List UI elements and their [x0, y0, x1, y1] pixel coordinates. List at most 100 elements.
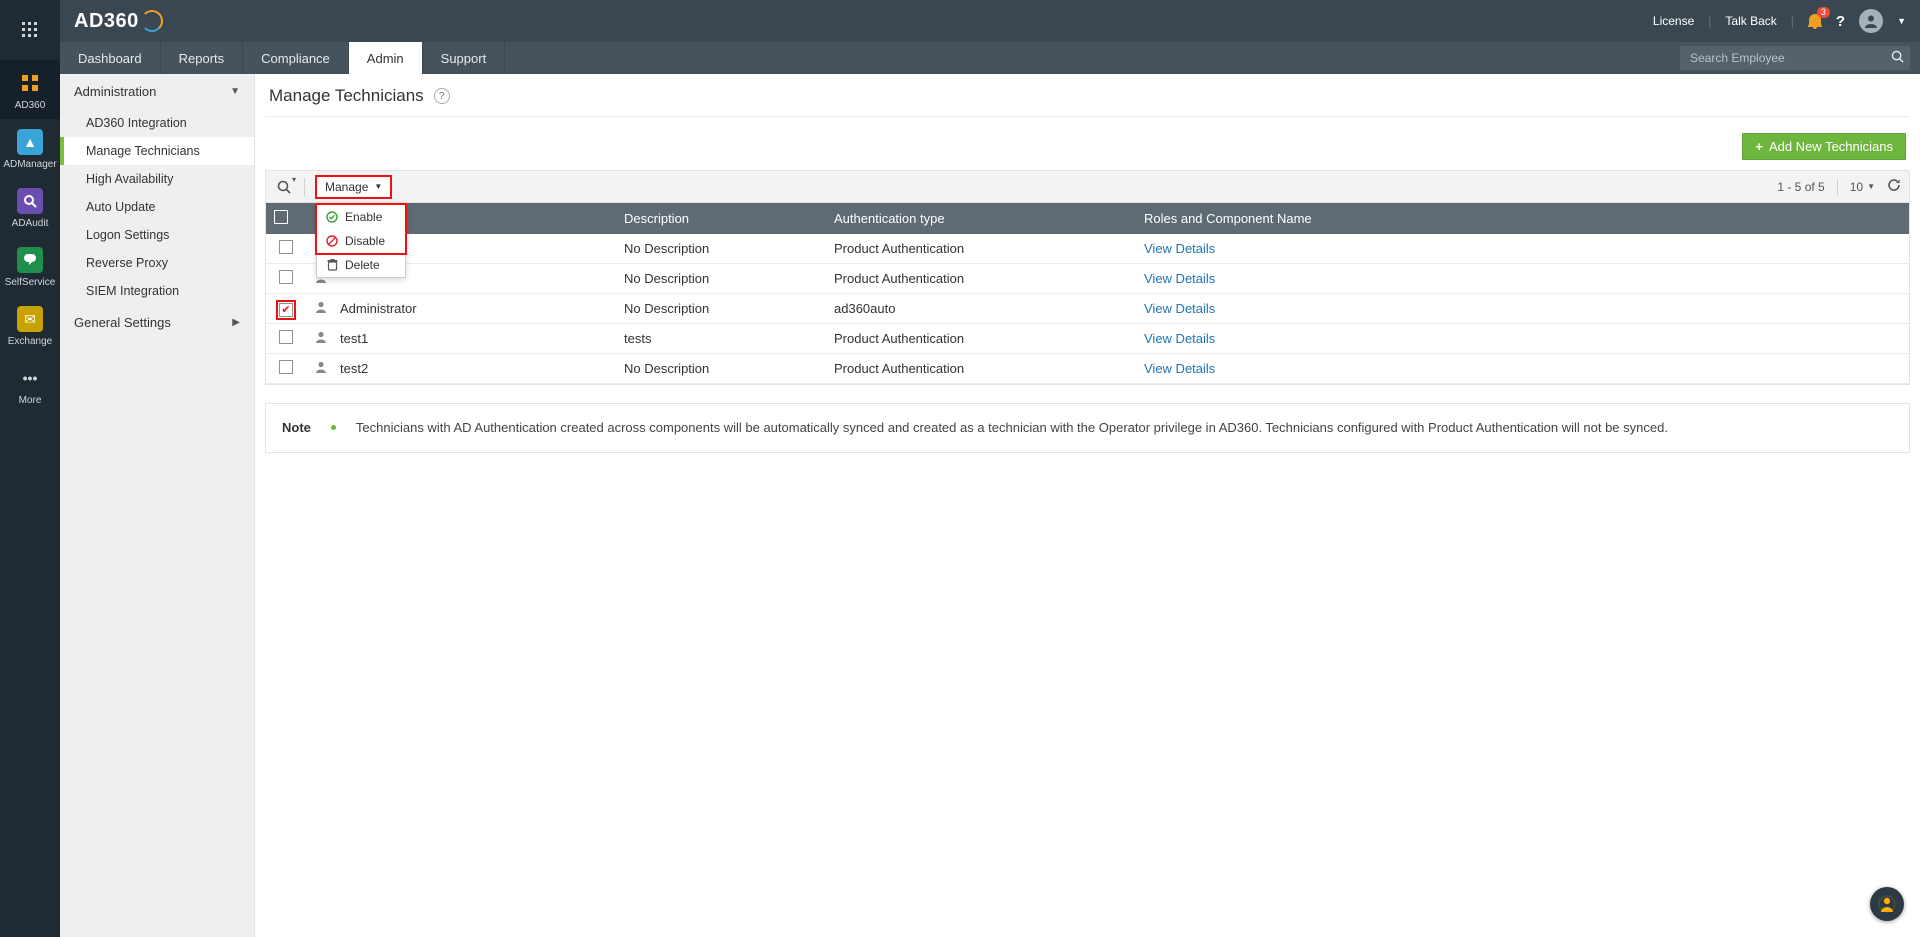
- rail-item-admanager[interactable]: ▲ ADManager: [0, 119, 60, 178]
- menu-item-disable[interactable]: Disable: [317, 229, 405, 253]
- rail-item-ad360[interactable]: AD360: [0, 60, 60, 119]
- menu-label: Disable: [345, 234, 385, 248]
- row-name[interactable]: test2: [340, 361, 368, 376]
- per-page-selector[interactable]: 10 ▼: [1850, 180, 1875, 194]
- rail-item-selfservice[interactable]: SelfService: [0, 237, 60, 296]
- side-group-administration[interactable]: Administration ▼: [60, 74, 254, 109]
- technicians-table: Name Description Authentication type Rol…: [266, 203, 1909, 384]
- col-description[interactable]: Description: [616, 203, 826, 234]
- notifications-button[interactable]: 3: [1808, 13, 1822, 29]
- employee-search[interactable]: [1680, 46, 1910, 70]
- view-details-link[interactable]: View Details: [1144, 241, 1215, 256]
- rail-item-more[interactable]: ••• More: [0, 355, 60, 414]
- page-title: Manage Technicians: [269, 86, 424, 106]
- rail-item-exchange[interactable]: ✉ Exchange: [0, 296, 60, 355]
- brand[interactable]: AD360: [74, 10, 163, 33]
- row-name[interactable]: test1: [340, 331, 368, 346]
- rail-label: Exchange: [8, 336, 52, 347]
- side-panel: Administration ▼ AD360 Integration Manag…: [60, 74, 255, 937]
- sidebar-item-ad360-integration[interactable]: AD360 Integration: [60, 109, 254, 137]
- row-checkbox[interactable]: [279, 270, 293, 284]
- support-icon: [1878, 895, 1896, 913]
- notification-count: 3: [1817, 7, 1830, 18]
- note-text: Technicians with AD Authentication creat…: [356, 418, 1668, 438]
- user-menu-button[interactable]: [1859, 9, 1883, 33]
- tab-dashboard[interactable]: Dashboard: [60, 42, 161, 74]
- more-icon: •••: [17, 365, 43, 391]
- row-name[interactable]: Administrator: [340, 301, 417, 316]
- chevron-down-icon: ▼: [230, 86, 240, 97]
- sidebar-item-siem-integration[interactable]: SIEM Integration: [60, 277, 254, 305]
- per-page-value: 10: [1850, 180, 1863, 194]
- search-input[interactable]: [1690, 51, 1891, 65]
- row-checkbox[interactable]: [279, 240, 293, 254]
- view-details-link[interactable]: View Details: [1144, 271, 1215, 286]
- search-icon[interactable]: [1891, 50, 1904, 66]
- select-all-checkbox[interactable]: [274, 210, 288, 224]
- row-checkbox[interactable]: [279, 303, 293, 317]
- row-auth-type: Product Authentication: [826, 354, 1136, 384]
- exchange-icon: ✉: [17, 306, 43, 332]
- note-label: Note: [282, 418, 311, 438]
- user-icon: [314, 360, 328, 377]
- row-checkbox[interactable]: [279, 330, 293, 344]
- rail-label: ADAudit: [12, 218, 49, 229]
- ad360-icon: [17, 70, 43, 96]
- menu-label: Delete: [345, 258, 380, 272]
- rail-label: AD360: [15, 100, 46, 111]
- help-icon[interactable]: ?: [434, 88, 450, 104]
- tab-reports[interactable]: Reports: [161, 42, 244, 74]
- technicians-table-wrapper: ▾ Manage ▼: [265, 170, 1910, 385]
- disable-icon: [325, 235, 339, 247]
- sidebar-item-logon-settings[interactable]: Logon Settings: [60, 221, 254, 249]
- row-checkbox[interactable]: [279, 360, 293, 374]
- add-button-label: Add New Technicians: [1769, 139, 1893, 154]
- menu-item-delete[interactable]: Delete: [317, 253, 405, 277]
- pagination-range: 1 - 5 of 5: [1777, 180, 1824, 194]
- table-search-button[interactable]: ▾: [274, 177, 294, 197]
- side-group-general-settings[interactable]: General Settings ▶: [60, 305, 254, 340]
- sidebar-item-high-availability[interactable]: High Availability: [60, 165, 254, 193]
- row-auth-type: Product Authentication: [826, 234, 1136, 264]
- col-roles[interactable]: Roles and Component Name: [1136, 203, 1909, 234]
- col-auth-type[interactable]: Authentication type: [826, 203, 1136, 234]
- delete-icon: [325, 259, 339, 271]
- separator: |: [1708, 14, 1711, 28]
- sidebar-item-manage-technicians[interactable]: Manage Technicians: [60, 137, 254, 165]
- row-description: tests: [616, 324, 826, 354]
- sidebar-item-reverse-proxy[interactable]: Reverse Proxy: [60, 249, 254, 277]
- help-button[interactable]: ?: [1836, 13, 1845, 30]
- row-description: No Description: [616, 294, 826, 324]
- manage-dropdown-button[interactable]: Manage ▼: [315, 175, 392, 199]
- content-row: Administration ▼ AD360 Integration Manag…: [60, 74, 1920, 937]
- refresh-button[interactable]: [1887, 178, 1901, 195]
- tab-support[interactable]: Support: [423, 42, 506, 74]
- support-fab[interactable]: [1870, 887, 1904, 921]
- sidebar-item-auto-update[interactable]: Auto Update: [60, 193, 254, 221]
- tab-compliance[interactable]: Compliance: [243, 42, 349, 74]
- view-details-link[interactable]: View Details: [1144, 301, 1215, 316]
- rail-label: SelfService: [5, 277, 56, 288]
- side-group-title: Administration: [74, 84, 156, 99]
- divider: [304, 178, 305, 196]
- row-auth-type: Product Authentication: [826, 324, 1136, 354]
- bullet-icon: [331, 425, 336, 430]
- separator: |: [1791, 14, 1794, 28]
- table-header-row: Name Description Authentication type Rol…: [266, 203, 1909, 234]
- license-link[interactable]: License: [1653, 14, 1694, 28]
- rail-item-adaudit[interactable]: ADAudit: [0, 178, 60, 237]
- add-technician-button[interactable]: + Add New Technicians: [1742, 133, 1906, 160]
- view-details-link[interactable]: View Details: [1144, 361, 1215, 376]
- apps-waffle-icon[interactable]: [0, 10, 60, 50]
- action-row: + Add New Technicians: [265, 117, 1910, 170]
- tab-admin[interactable]: Admin: [349, 42, 423, 74]
- nav-tabs: Dashboard Reports Compliance Admin Suppo…: [60, 42, 505, 74]
- menu-item-enable[interactable]: Enable: [317, 205, 405, 229]
- page-content: Manage Technicians ? + Add New Technicia…: [255, 74, 1920, 937]
- chevron-down-icon[interactable]: ▼: [1897, 16, 1906, 26]
- chevron-down-icon: ▼: [374, 182, 382, 191]
- user-icon: [314, 330, 328, 347]
- rail-label: More: [19, 395, 42, 406]
- talk-back-link[interactable]: Talk Back: [1725, 14, 1776, 28]
- view-details-link[interactable]: View Details: [1144, 331, 1215, 346]
